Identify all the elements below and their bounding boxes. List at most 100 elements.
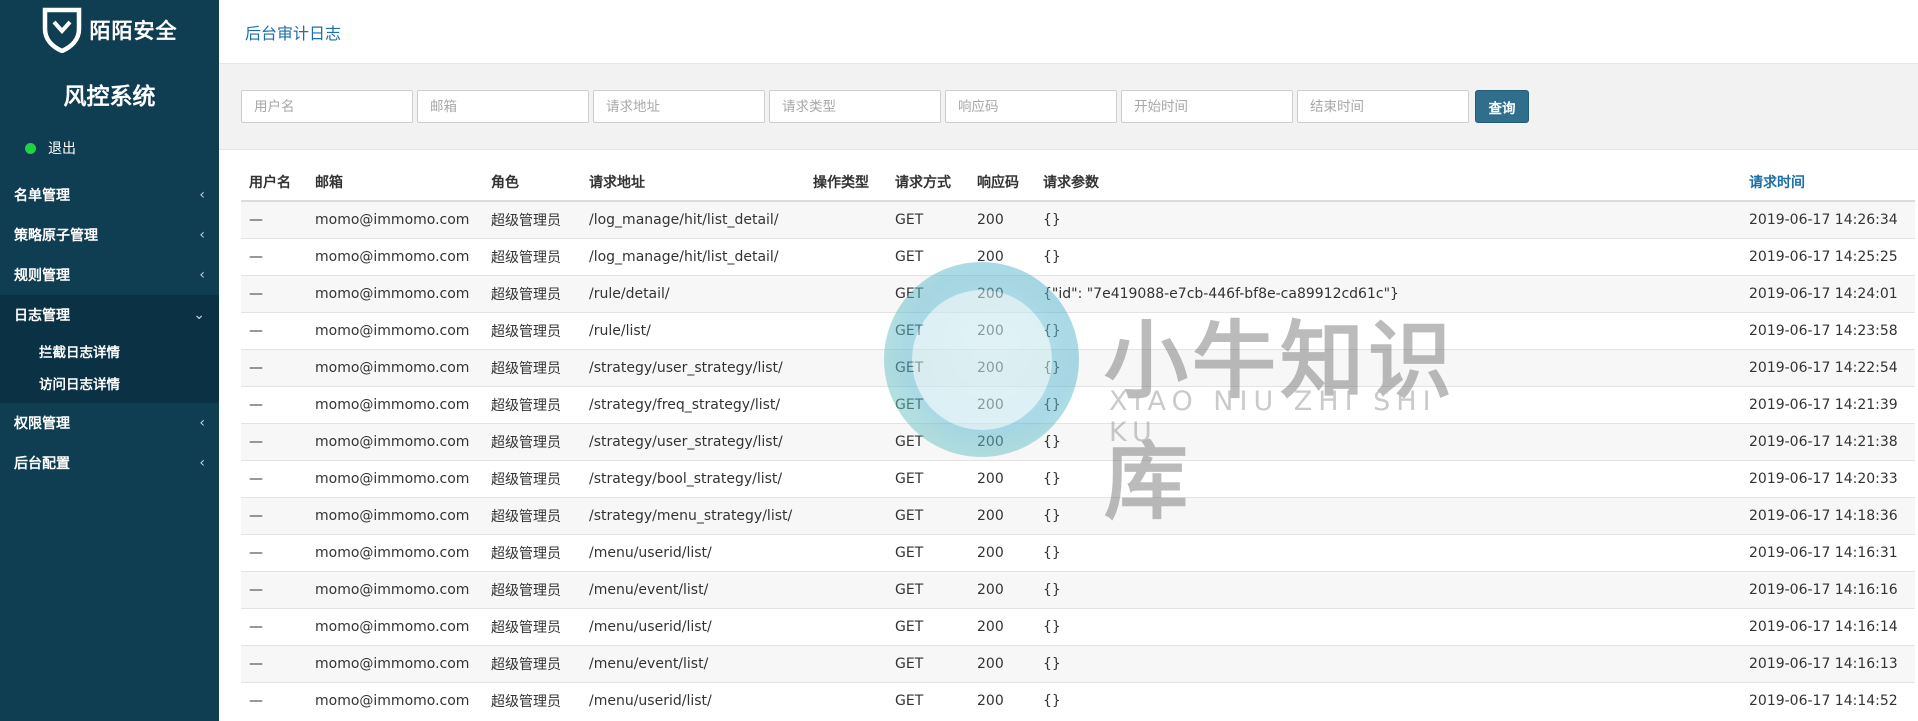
audit-log-table-container: 用户名 邮箱 角色 请求地址 操作类型 请求方式 响应码 请求参数 请求时间 —… — [219, 150, 1918, 719]
query-button[interactable]: 查询 — [1475, 90, 1529, 123]
cell-username: — — [241, 459, 307, 497]
cell-email: momo@immomo.com — [307, 311, 483, 349]
table-header-row: 用户名 邮箱 角色 请求地址 操作类型 请求方式 响应码 请求参数 请求时间 — [241, 163, 1915, 202]
cell-email: momo@immomo.com — [307, 237, 483, 275]
cell-role: 超级管理员 — [483, 237, 581, 275]
cell-email: momo@immomo.com — [307, 459, 483, 497]
sidebar-item-label: 规则管理 — [14, 268, 70, 284]
status-code-input[interactable] — [945, 90, 1117, 123]
cell-request-method: GET — [887, 422, 969, 460]
request-url-input[interactable] — [593, 90, 765, 123]
cell-request-url: /strategy/user_strategy/list/ — [581, 422, 805, 460]
request-type-input[interactable] — [769, 90, 941, 123]
cell-request-method: GET — [887, 348, 969, 386]
cell-email: momo@immomo.com — [307, 644, 483, 682]
sidebar-subitem-label: 访问日志详情 — [39, 377, 120, 393]
cell-request-params: {} — [1035, 422, 1741, 460]
cell-request-method: GET — [887, 570, 969, 608]
system-title: 风控系统 — [63, 84, 156, 110]
main-content: 后台审计日志 查询 用户名 邮箱 角色 请求地址 操作类型 — [219, 0, 1918, 721]
cell-request-method: GET — [887, 533, 969, 571]
table-row: — momo@immomo.com 超级管理员/menu/event/list/GE… — [241, 570, 1915, 608]
cell-request-params: {} — [1035, 644, 1741, 682]
cell-request-url: /strategy/menu_strategy/list/ — [581, 496, 805, 534]
sidebar-subitem-access-log[interactable]: 访问日志详情 — [0, 367, 219, 399]
sidebar-item-log-management[interactable]: 日志管理 ⌄ — [0, 295, 219, 335]
cell-operation-type — [805, 348, 887, 386]
cell-request-url: /rule/detail/ — [581, 274, 805, 312]
sidebar-item-rule-management[interactable]: 规则管理 ‹ — [0, 255, 219, 295]
cell-status-code: 200 — [969, 237, 1035, 275]
cell-request-time: 2019-06-17 14:16:16 — [1741, 570, 1915, 608]
cell-request-url: /strategy/bool_strategy/list/ — [581, 459, 805, 497]
col-header-operation-type: 操作类型 — [805, 163, 887, 202]
sidebar-item-admin-config[interactable]: 后台配置 ‹ — [0, 443, 219, 483]
end-time-input[interactable] — [1297, 90, 1469, 123]
cell-operation-type — [805, 385, 887, 423]
cell-request-time: 2019-06-17 14:16:13 — [1741, 644, 1915, 682]
table-row: — momo@immomo.com 超级管理员/log_manage/hit/lis… — [241, 237, 1915, 275]
chevron-left-icon: ‹ — [199, 455, 205, 471]
sidebar-item-label: 名单管理 — [14, 188, 70, 204]
cell-request-params: {} — [1035, 385, 1741, 423]
table-row: — momo@immomo.com 超级管理员/menu/userid/list/G… — [241, 607, 1915, 645]
cell-username: — — [241, 607, 307, 645]
cell-status-code: 200 — [969, 607, 1035, 645]
cell-request-url: /log_manage/hit/list_detail/ — [581, 237, 805, 275]
table-row: — momo@immomo.com 超级管理员/menu/event/list/GE… — [241, 644, 1915, 682]
cell-status-code: 200 — [969, 570, 1035, 608]
cell-status-code: 200 — [969, 348, 1035, 386]
cell-operation-type — [805, 570, 887, 608]
cell-username: — — [241, 533, 307, 571]
brand-name: 陌陌安全 — [89, 19, 178, 43]
cell-request-params: {} — [1035, 496, 1741, 534]
cell-request-method: GET — [887, 385, 969, 423]
sidebar-subitem-intercept-log[interactable]: 拦截日志详情 — [0, 335, 219, 367]
start-time-input[interactable] — [1121, 90, 1293, 123]
cell-request-params: {"id": "7e419088-e7cb-446f-bf8e-ca89912c… — [1035, 274, 1741, 312]
table-row: — momo@immomo.com 超级管理员/rule/detail/GET 200… — [241, 274, 1915, 312]
online-status-icon — [25, 142, 36, 154]
col-header-request-time-sort[interactable]: 请求时间 — [1741, 163, 1915, 202]
sidebar-item-label: 后台配置 — [14, 456, 70, 472]
cell-email: momo@immomo.com — [307, 570, 483, 608]
email-input[interactable] — [417, 90, 589, 123]
cell-operation-type — [805, 237, 887, 275]
cell-request-time: 2019-06-17 14:22:54 — [1741, 348, 1915, 386]
username-input[interactable] — [241, 90, 413, 123]
sidebar-item-permission-management[interactable]: 权限管理 ‹ — [0, 403, 219, 443]
cell-request-url: /strategy/user_strategy/list/ — [581, 348, 805, 386]
cell-email: momo@immomo.com — [307, 533, 483, 571]
cell-role: 超级管理员 — [483, 459, 581, 497]
cell-operation-type — [805, 496, 887, 534]
cell-request-url: /strategy/freq_strategy/list/ — [581, 385, 805, 423]
sidebar-subitem-label: 拦截日志详情 — [39, 345, 120, 361]
cell-role: 超级管理员 — [483, 274, 581, 312]
cell-request-url: /menu/userid/list/ — [581, 681, 805, 719]
cell-operation-type — [805, 311, 887, 349]
cell-role: 超级管理员 — [483, 422, 581, 460]
cell-request-url: /rule/list/ — [581, 311, 805, 349]
sidebar-item-list-management[interactable]: 名单管理 ‹ — [0, 175, 219, 215]
cell-username: — — [241, 385, 307, 423]
table-row: — momo@immomo.com 超级管理员/strategy/user_stra… — [241, 348, 1915, 386]
cell-request-url: /menu/event/list/ — [581, 570, 805, 608]
table-row: — momo@immomo.com 超级管理员/strategy/user_stra… — [241, 422, 1915, 460]
cell-request-method: GET — [887, 607, 969, 645]
logout-link[interactable]: 退出 — [0, 137, 219, 159]
table-row: — momo@immomo.com 超级管理员/rule/list/GET 200{}… — [241, 311, 1915, 349]
table-row: — momo@immomo.com 超级管理员/strategy/bool_stra… — [241, 459, 1915, 497]
table-body: — momo@immomo.com 超级管理员/log_manage/hit/lis… — [241, 200, 1915, 719]
cell-email: momo@immomo.com — [307, 274, 483, 312]
cell-operation-type — [805, 533, 887, 571]
cell-username: — — [241, 644, 307, 682]
cell-operation-type — [805, 459, 887, 497]
cell-email: momo@immomo.com — [307, 607, 483, 645]
sidebar-item-strategy-atom-management[interactable]: 策略原子管理 ‹ — [0, 215, 219, 255]
cell-request-params: {} — [1035, 459, 1741, 497]
cell-email: momo@immomo.com — [307, 681, 483, 719]
chevron-down-icon: ⌄ — [193, 307, 205, 323]
cell-request-method: GET — [887, 237, 969, 275]
cell-operation-type — [805, 681, 887, 719]
cell-request-time: 2019-06-17 14:21:38 — [1741, 422, 1915, 460]
